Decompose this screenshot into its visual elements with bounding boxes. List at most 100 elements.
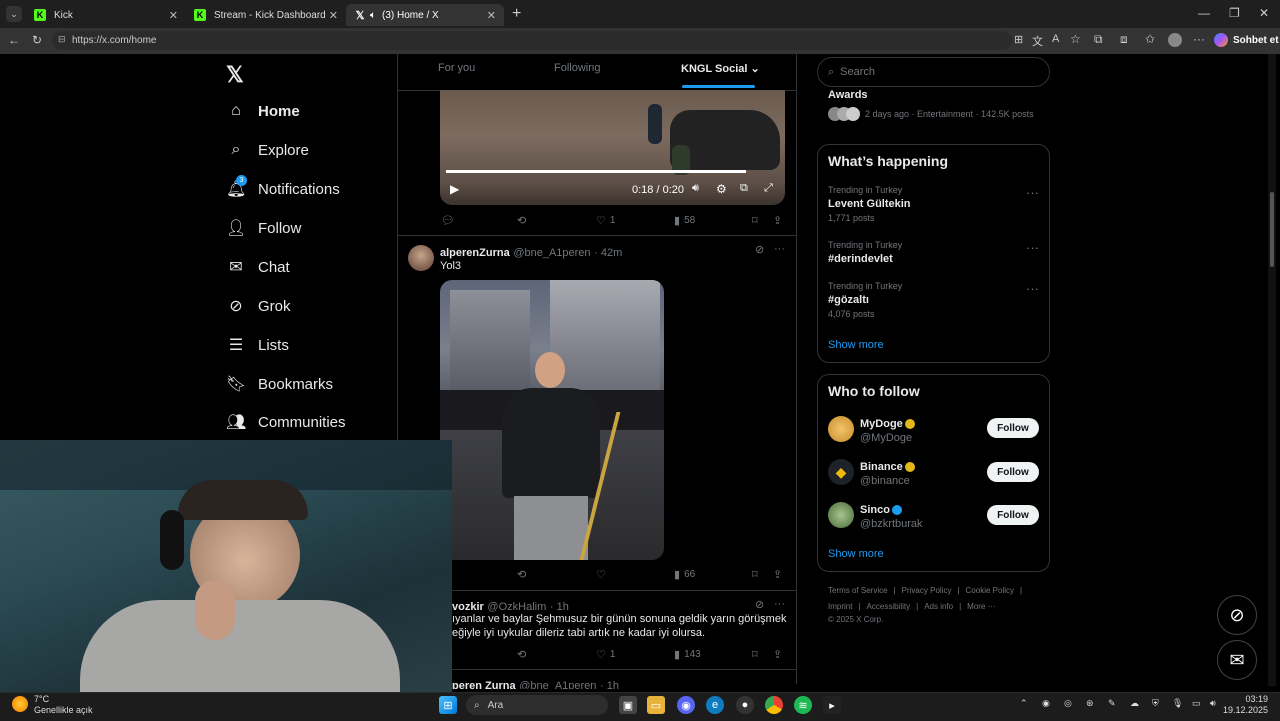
settings-gear-icon[interactable]: ⚙ — [716, 182, 727, 196]
search-input[interactable]: ⌕ Search — [817, 57, 1050, 87]
share-button[interactable]: ⇪ — [773, 648, 786, 661]
repost-button[interactable]: ⟲ — [517, 568, 530, 581]
show-more-link[interactable]: Show more — [828, 339, 884, 351]
bookmark-button[interactable]: ⌑ — [752, 214, 762, 227]
page-scrollbar[interactable] — [1268, 54, 1276, 686]
scrollbar-thumb[interactable] — [1270, 192, 1274, 267]
bookmark-button[interactable]: ⌑ — [752, 568, 762, 581]
file-explorer-icon[interactable]: ▭ — [647, 696, 665, 714]
window-close-icon[interactable]: ✕ — [1259, 6, 1269, 20]
post-author-name[interactable]: peren Zurna — [452, 680, 516, 689]
video-progress-track[interactable] — [446, 170, 746, 173]
video-player[interactable]: ▶ 0:18 / 0:20 🔊︎ ⚙ ⧉ ⤢ — [440, 90, 785, 205]
views-button[interactable]: ▮ 143 — [674, 648, 701, 661]
taskbar-search-box[interactable]: ⌕ Ara — [466, 695, 608, 715]
maximize-icon[interactable]: ❐ — [1229, 6, 1240, 20]
speaker-icon[interactable]: 🔈︎ — [370, 10, 376, 21]
account-info[interactable]: Binance @binance — [860, 458, 915, 487]
tab-x-home[interactable]: 𝕏 🔈︎ (3) Home / X ✕ — [346, 4, 504, 26]
tray-cloud-icon[interactable]: ☁ — [1130, 698, 1139, 709]
clock-date[interactable]: 19.12.2025 — [1222, 705, 1268, 715]
tray-security-icon[interactable]: ⛨ — [1152, 698, 1159, 709]
avatar[interactable] — [828, 502, 854, 528]
trend-item[interactable]: Trending in Turkey #derindevlet — [828, 240, 902, 265]
site-info-icon[interactable]: ⊟ — [58, 34, 66, 45]
nav-home[interactable]: ⌂ Home — [226, 95, 300, 127]
more-options-icon[interactable]: ··· — [1026, 240, 1039, 255]
favorite-star-icon[interactable]: ☆ — [1070, 32, 1081, 46]
views-button[interactable]: ▮ 66 — [674, 568, 695, 581]
close-icon[interactable]: ✕ — [169, 9, 178, 22]
url-field[interactable]: ⊟ https://x.com/home — [52, 31, 1012, 50]
nav-grok[interactable]: ⊘ Grok — [226, 290, 290, 322]
chevron-up-icon[interactable]: ⌃ — [1020, 698, 1028, 709]
more-options-icon[interactable]: ··· — [774, 243, 785, 255]
show-more-link[interactable]: Show more — [828, 548, 884, 560]
post-author-handle[interactable]: @OzkHalim — [487, 601, 546, 613]
post-author-handle[interactable]: @bne_A1peren — [513, 247, 590, 259]
x-logo-icon[interactable]: 𝕏 — [226, 62, 244, 88]
footer-link[interactable]: More ··· — [967, 602, 995, 611]
reply-button[interactable]: 💬︎ — [441, 214, 459, 227]
follow-button[interactable]: Follow — [987, 418, 1039, 438]
microphone-icon[interactable]: 🎙︎ — [1172, 698, 1183, 709]
extensions-icon[interactable]: ⧉ — [1094, 32, 1103, 47]
footer-link[interactable]: Terms of Service — [828, 586, 888, 595]
play-icon[interactable]: ▶ — [450, 182, 459, 196]
fullscreen-icon[interactable]: ⤢ — [764, 182, 773, 195]
tray-steam-icon[interactable]: ⊛ — [1086, 698, 1094, 709]
nav-explore[interactable]: ⌕ Explore — [226, 134, 309, 166]
footer-link[interactable]: Privacy Policy — [902, 586, 952, 595]
tray-pen-icon[interactable]: ✎ — [1108, 698, 1116, 709]
footer-link[interactable]: Imprint — [828, 602, 852, 611]
nav-bookmarks[interactable]: 🔖︎ Bookmarks — [226, 368, 333, 400]
follow-button[interactable]: Follow — [987, 462, 1039, 482]
minimize-icon[interactable]: — — [1198, 6, 1210, 20]
more-options-icon[interactable]: ··· — [1026, 281, 1039, 296]
post-author-name[interactable]: vozkir — [452, 601, 484, 613]
post-time[interactable]: · 1h — [550, 601, 569, 613]
favorites-icon[interactable]: ✩ — [1145, 32, 1155, 46]
nav-communities[interactable]: 👥︎ Communities — [226, 406, 346, 438]
grok-fab-icon[interactable]: ⊘ — [1217, 595, 1257, 635]
more-options-icon[interactable]: ··· — [774, 598, 785, 610]
tray-discord-icon[interactable]: ◉ — [1042, 698, 1050, 709]
footer-link[interactable]: Accessibility — [867, 602, 911, 611]
like-button[interactable]: ♡ 1 — [596, 214, 615, 227]
discord-icon[interactable]: ◉ — [677, 696, 695, 714]
grok-explain-icon[interactable]: ⊘ — [755, 598, 764, 611]
tab-for-you[interactable]: For you — [438, 62, 475, 74]
post-author-name[interactable]: alperenZurna — [440, 247, 510, 259]
avatar[interactable] — [828, 416, 854, 442]
nav-chat[interactable]: ✉ Chat — [226, 251, 289, 283]
edge-browser-icon[interactable]: e — [706, 696, 724, 714]
like-button[interactable]: ♡ — [596, 568, 610, 581]
account-info[interactable]: Sinco @bzkrtburak — [860, 501, 923, 530]
weather-description[interactable]: Genellikle açık — [34, 705, 93, 715]
tray-app-icon[interactable]: ◎ — [1064, 698, 1072, 709]
more-menu-icon[interactable]: ··· — [1193, 32, 1205, 46]
copilot-button[interactable]: Sohbet et — [1214, 31, 1279, 49]
volume-icon[interactable]: 🔊︎ — [1210, 698, 1216, 709]
post-time[interactable]: · 42m — [594, 247, 622, 259]
close-icon[interactable]: ✕ — [487, 9, 496, 22]
post-author-handle[interactable]: @bne_A1peren — [519, 680, 596, 689]
translate-icon[interactable]: 文 — [1032, 33, 1043, 49]
account-info[interactable]: MyDoge @MyDoge — [860, 415, 915, 444]
footer-link[interactable]: Ads info — [924, 602, 953, 611]
back-icon[interactable]: ← — [8, 33, 20, 47]
repost-button[interactable]: ⟲ — [517, 214, 530, 227]
bookmark-button[interactable]: ⌑ — [752, 648, 762, 661]
close-icon[interactable]: ✕ — [329, 9, 338, 22]
messages-fab-icon[interactable]: ✉ — [1217, 640, 1257, 680]
tab-kngl-social[interactable]: KNGL Social ⌄ — [681, 62, 760, 75]
nav-notifications[interactable]: 🔔︎ 3 Notifications — [226, 173, 340, 205]
chrome-icon[interactable] — [765, 696, 783, 714]
tab-kick-dashboard[interactable]: K Stream - Kick Dashboard ✕ — [186, 4, 346, 26]
footer-link[interactable]: Cookie Policy — [966, 586, 1014, 595]
trend-item[interactable]: Trending in Turkey #gözaltı 4,076 posts — [828, 281, 902, 319]
nav-follow[interactable]: 👤︎ Follow — [226, 212, 301, 244]
share-button[interactable]: ⇪ — [773, 214, 786, 227]
tab-actions-icon[interactable]: ⌄ — [6, 6, 22, 22]
volume-icon[interactable]: 🔊︎ — [692, 182, 699, 195]
